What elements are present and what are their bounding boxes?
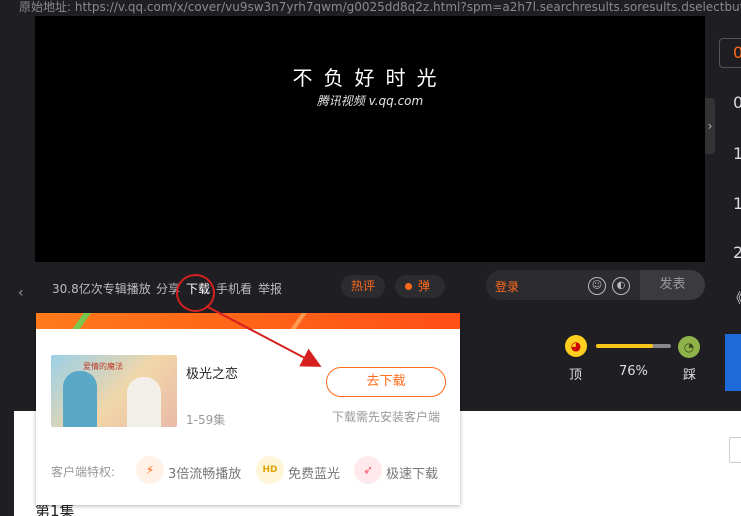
play-count: 30.8亿次专辑播放	[52, 282, 151, 296]
cover-figure	[63, 371, 97, 427]
emoji-icon[interactable]: ☺	[588, 277, 606, 295]
perks-label: 客户端特权:	[51, 465, 116, 479]
cover-figure	[127, 377, 161, 427]
perk-label: 免费蓝光	[288, 467, 341, 482]
danmu-toggle[interactable]: 弹	[395, 275, 445, 298]
show-cover-image[interactable]: 爱情的魔法	[51, 355, 177, 427]
downvote-label: 踩	[683, 368, 697, 383]
vote-ratio-track	[596, 344, 671, 348]
player-slogan: 不负好时光	[292, 66, 448, 90]
mobile-watch-link[interactable]: 手机看	[216, 280, 252, 297]
vote-percent: 76%	[619, 364, 648, 379]
next-arrow-icon[interactable]: ›	[705, 98, 715, 154]
show-title: 极光之恋	[186, 367, 239, 382]
upvote-label: 顶	[569, 368, 583, 383]
collapse-sidebar-icon[interactable]: 《	[729, 288, 741, 308]
episode-number[interactable]: 1	[733, 144, 741, 163]
previous-arrow-icon[interactable]: ‹	[18, 285, 24, 301]
report-link[interactable]: 举报	[258, 280, 282, 297]
install-note: 下载需先安装客户端	[332, 410, 441, 424]
hd-icon: HD	[256, 456, 284, 484]
palette-icon[interactable]: ◐	[612, 277, 630, 295]
episode-number[interactable]: 0	[733, 43, 741, 62]
danmu-label: 弹	[418, 279, 431, 293]
go-download-button[interactable]: 去下载	[326, 367, 446, 397]
login-link[interactable]: 登录	[495, 278, 519, 295]
original-url-text: 原始地址: https://v.qq.com/x/cover/vu9sw3n7y…	[0, 0, 741, 16]
lightning-icon: ⚡	[136, 456, 164, 484]
episode-number[interactable]: 0	[733, 93, 741, 112]
vote-ratio-fill	[596, 344, 653, 348]
player-watermark: 腾讯视频 v.qq.com	[316, 94, 424, 108]
annotation-circle	[176, 274, 215, 312]
perk-label: 3倍流畅播放	[168, 467, 242, 482]
send-button[interactable]: 发表	[640, 270, 705, 300]
side-widget[interactable]	[729, 437, 741, 463]
video-player[interactable]: 不负好时光 腾讯视频 v.qq.com	[35, 16, 705, 262]
hot-comments-button[interactable]: 热评	[341, 275, 385, 298]
rocket-icon: ➶	[354, 456, 382, 484]
popup-banner	[36, 313, 460, 329]
perk-label: 极速下载	[386, 467, 439, 482]
danmu-input[interactable]: 登录 ☺ ◐ 发表	[486, 270, 705, 300]
downvote-icon[interactable]: ◔	[678, 336, 700, 358]
upvote-icon[interactable]: ◕	[565, 335, 587, 357]
episode-number[interactable]: 2	[733, 243, 741, 262]
episode-range: 1-59集	[186, 413, 226, 427]
episode-number[interactable]: 1	[733, 194, 741, 213]
download-popup: 爱情的魔法 极光之恋 1-59集 去下载 下载需先安装客户端 客户端特权: ⚡ …	[36, 313, 460, 505]
cover-caption: 爱情的魔法	[83, 362, 123, 371]
side-badge[interactable]	[725, 334, 741, 391]
